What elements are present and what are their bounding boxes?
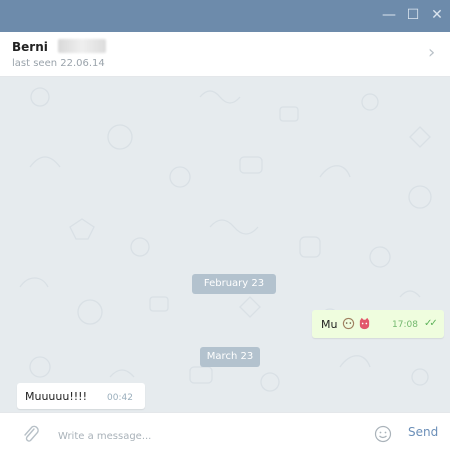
contact-name: Berni (12, 40, 48, 54)
chat-header[interactable]: Berni last seen 22.06.14 › (0, 32, 450, 77)
smiley-icon[interactable] (374, 425, 392, 443)
message-time: 00:42 (107, 393, 133, 403)
outgoing-message[interactable]: Mu 17:08 ✓✓ (312, 310, 444, 338)
message-composer: Send (0, 412, 450, 458)
message-time: 17:08 (392, 320, 418, 330)
message-text: Muuuuu!!!! (25, 390, 87, 403)
redacted-surname (58, 39, 106, 53)
minimize-button[interactable]: — (382, 6, 396, 24)
double-check-icon: ✓✓ (424, 318, 438, 329)
message-area[interactable]: February 23 Mu 17:08 ✓✓ March 23 Muuuuu!… (0, 77, 450, 413)
telegram-window: — ☐ ✕ Berni last seen 22.06.14 › Februar… (0, 0, 450, 458)
close-button[interactable]: ✕ (430, 6, 444, 24)
date-divider: February 23 (192, 274, 276, 294)
paperclip-icon[interactable] (22, 425, 40, 445)
send-button[interactable]: Send (408, 425, 438, 439)
window-controls: — ☐ ✕ (382, 6, 444, 24)
message-text: Mu (321, 318, 338, 331)
cat-face-emoji (359, 317, 370, 330)
date-divider: March 23 (200, 347, 260, 367)
monkey-face-emoji (342, 317, 355, 330)
last-seen-status: last seen 22.06.14 (12, 58, 105, 69)
title-bar: — ☐ ✕ (0, 0, 450, 32)
chevron-right-icon[interactable]: › (428, 44, 440, 62)
maximize-button[interactable]: ☐ (406, 6, 420, 24)
incoming-message[interactable]: Muuuuu!!!! 00:42 (17, 383, 145, 409)
message-input[interactable] (56, 425, 310, 447)
